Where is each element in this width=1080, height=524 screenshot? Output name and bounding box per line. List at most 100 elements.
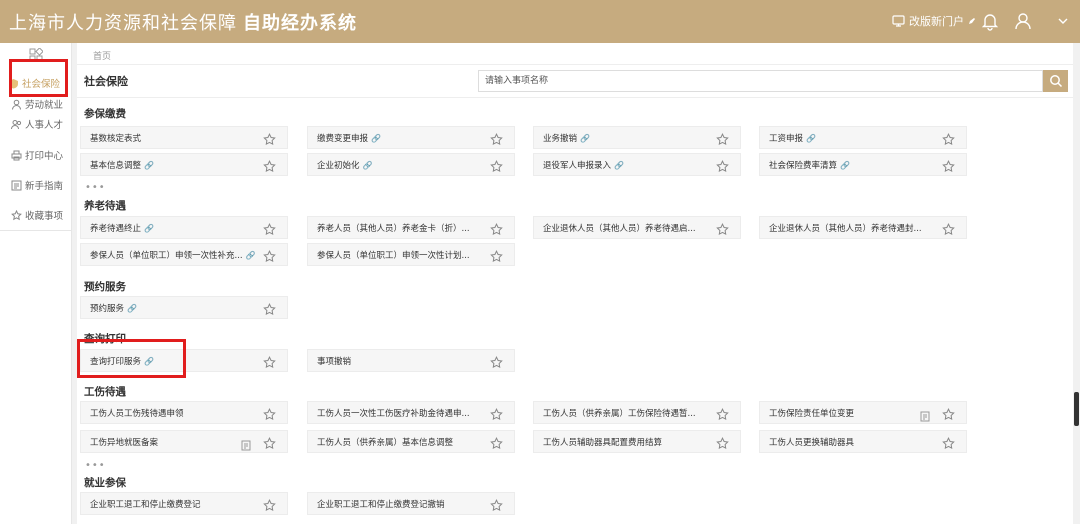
favorite-star-icon[interactable]	[490, 131, 503, 146]
service-card-label: 基本信息调整 🔗	[90, 159, 154, 172]
favorite-star-icon[interactable]	[942, 158, 955, 173]
service-card-label: 养老人员（其他人员）养老金卡（折）...	[317, 222, 470, 234]
sidebar-divider	[0, 230, 71, 231]
link-icon: 🔗	[840, 160, 850, 170]
service-card-text: 工伤人员更换辅助器具	[769, 438, 855, 448]
service-card-label: 工伤人员更换辅助器具	[769, 436, 854, 448]
service-card[interactable]: 参保人员（单位职工）申领一次性补充... 🔗	[80, 243, 288, 266]
link-icon: 🔗	[371, 133, 381, 143]
document-icon[interactable]	[241, 436, 251, 451]
favorite-star-icon[interactable]	[490, 354, 503, 369]
scrollbar-track[interactable]	[1073, 43, 1080, 524]
favorite-star-icon[interactable]	[942, 406, 955, 421]
more-icon[interactable]: •••	[85, 182, 106, 193]
service-card-text: 企业职工退工和停止缴费登记	[90, 500, 201, 510]
favorite-star-icon[interactable]	[716, 158, 729, 173]
chevron-down-icon[interactable]	[1053, 11, 1073, 31]
favorite-star-icon[interactable]	[263, 497, 276, 512]
favorite-star-icon[interactable]	[942, 435, 955, 450]
page-title: 社会保险	[84, 75, 128, 88]
service-card-text: 企业初始化	[317, 161, 360, 171]
more-icon[interactable]: •••	[85, 460, 106, 471]
service-card-label: 工伤人员一次性工伤医疗补助金待遇申...	[317, 407, 470, 419]
search-button[interactable]	[1043, 70, 1068, 92]
service-card-label: 事项撤销	[317, 355, 351, 367]
service-card[interactable]: 缴费变更申报 🔗	[307, 126, 515, 149]
favorite-star-icon[interactable]	[942, 221, 955, 236]
service-card[interactable]: 业务撤销 🔗	[533, 126, 741, 149]
favorite-star-icon[interactable]	[716, 131, 729, 146]
service-card[interactable]: 工伤异地就医备案	[80, 430, 288, 453]
section-title: 预约服务	[84, 281, 126, 293]
sidebar-item-guide[interactable]: 新手指南	[11, 178, 63, 192]
service-card[interactable]: 基本信息调整 🔗	[80, 153, 288, 176]
favorite-star-icon[interactable]	[263, 248, 276, 263]
sidebar-item-personnel[interactable]: 人事人才	[11, 117, 63, 131]
service-card[interactable]: 工伤人员一次性工伤医疗补助金待遇申...	[307, 401, 515, 424]
service-card[interactable]: 企业初始化 🔗	[307, 153, 515, 176]
service-card-label: 参保人员（单位职工）申领一次性补充... 🔗	[90, 249, 255, 262]
favorite-star-icon[interactable]	[263, 131, 276, 146]
service-card[interactable]: 参保人员（单位职工）申领一次性计划...	[307, 243, 515, 266]
portal-link[interactable]: 改版新门户	[892, 13, 976, 29]
user-icon[interactable]	[1013, 11, 1033, 31]
favorite-star-icon[interactable]	[490, 158, 503, 173]
service-card-label: 基数核定表式	[90, 132, 141, 144]
service-card[interactable]: 工伤人员辅助器具配置费用结算	[533, 430, 741, 453]
favorite-star-icon[interactable]	[716, 435, 729, 450]
scrollbar-thumb[interactable]	[1074, 392, 1079, 426]
service-card[interactable]: 工伤人员（供养亲属）工伤保险待遇暂...	[533, 401, 741, 424]
service-card-text: 工伤保险责任单位变更	[769, 409, 855, 419]
favorite-star-icon[interactable]	[490, 406, 503, 421]
service-card[interactable]: 工伤人员工伤残待遇申领	[80, 401, 288, 424]
favorite-star-icon[interactable]	[263, 354, 276, 369]
favorite-star-icon[interactable]	[490, 221, 503, 236]
document-icon[interactable]	[920, 407, 930, 422]
sidebar-item-employment[interactable]: 劳动就业	[11, 97, 63, 111]
service-card[interactable]: 企业退休人员（其他人员）养老待遇封...	[759, 216, 967, 239]
breadcrumb[interactable]: 首页	[93, 49, 111, 62]
service-card[interactable]: 企业退休人员（其他人员）养老待遇启...	[533, 216, 741, 239]
app-title: 上海市人力资源和社会保障 自助经办系统	[9, 9, 357, 35]
favorite-star-icon[interactable]	[490, 248, 503, 263]
favorite-star-icon[interactable]	[942, 131, 955, 146]
favorite-star-icon[interactable]	[263, 406, 276, 421]
sidebar-item-label: 收藏事项	[25, 211, 64, 222]
service-card-text: 企业退休人员（其他人员）养老待遇启...	[543, 224, 696, 234]
favorite-star-icon[interactable]	[490, 435, 503, 450]
service-card[interactable]: 养老待遇终止 🔗	[80, 216, 288, 239]
favorite-star-icon[interactable]	[490, 497, 503, 512]
service-card-label: 参保人员（单位职工）申领一次性计划...	[317, 249, 470, 261]
search-input[interactable]: 请输入事项名称	[478, 70, 1043, 92]
favorite-star-icon[interactable]	[716, 221, 729, 236]
top-header: 上海市人力资源和社会保障 自助经办系统 改版新门户	[0, 0, 1080, 43]
app-title-sub: 自助经办系统	[243, 13, 357, 34]
service-card[interactable]: 工伤人员（供养亲属）基本信息调整	[307, 430, 515, 453]
link-icon: 🔗	[580, 133, 590, 143]
bell-icon[interactable]	[980, 11, 1000, 31]
favorite-star-icon[interactable]	[263, 435, 276, 450]
favorite-star-icon[interactable]	[716, 406, 729, 421]
service-card[interactable]: 养老人员（其他人员）养老金卡（折）...	[307, 216, 515, 239]
main-panel: 首页 社会保险 请输入事项名称 参保缴费 基数核定表式 缴费变更申报 🔗 业务撤销 🔗 工资…	[77, 43, 1073, 524]
service-card[interactable]: 预约服务 🔗	[80, 296, 288, 319]
service-card[interactable]: 退役军人申报录入 🔗	[533, 153, 741, 176]
service-card[interactable]: 工伤人员更换辅助器具	[759, 430, 967, 453]
service-card-text: 参保人员（单位职工）申领一次性计划...	[317, 251, 470, 261]
service-card[interactable]: 企业职工退工和停止缴费登记	[80, 492, 288, 515]
breadcrumb-divider	[77, 64, 1073, 65]
sidebar-item-favorites[interactable]: 收藏事项	[11, 208, 63, 222]
service-card[interactable]: 社会保险费率清算 🔗	[759, 153, 967, 176]
sidebar-item-print-center[interactable]: 打印中心	[11, 148, 63, 162]
guide-icon	[11, 180, 22, 190]
service-card[interactable]: 工资申报 🔗	[759, 126, 967, 149]
service-card[interactable]: 基数核定表式	[80, 126, 288, 149]
favorite-star-icon[interactable]	[263, 301, 276, 316]
title-divider	[77, 97, 1073, 98]
service-card-text: 养老人员（其他人员）养老金卡（折）...	[317, 224, 470, 234]
service-card[interactable]: 企业职工退工和停止缴费登记撤销	[307, 492, 515, 515]
service-card[interactable]: 事项撤销	[307, 349, 515, 372]
service-card[interactable]: 工伤保险责任单位变更	[759, 401, 967, 424]
favorite-star-icon[interactable]	[263, 221, 276, 236]
favorite-star-icon[interactable]	[263, 158, 276, 173]
